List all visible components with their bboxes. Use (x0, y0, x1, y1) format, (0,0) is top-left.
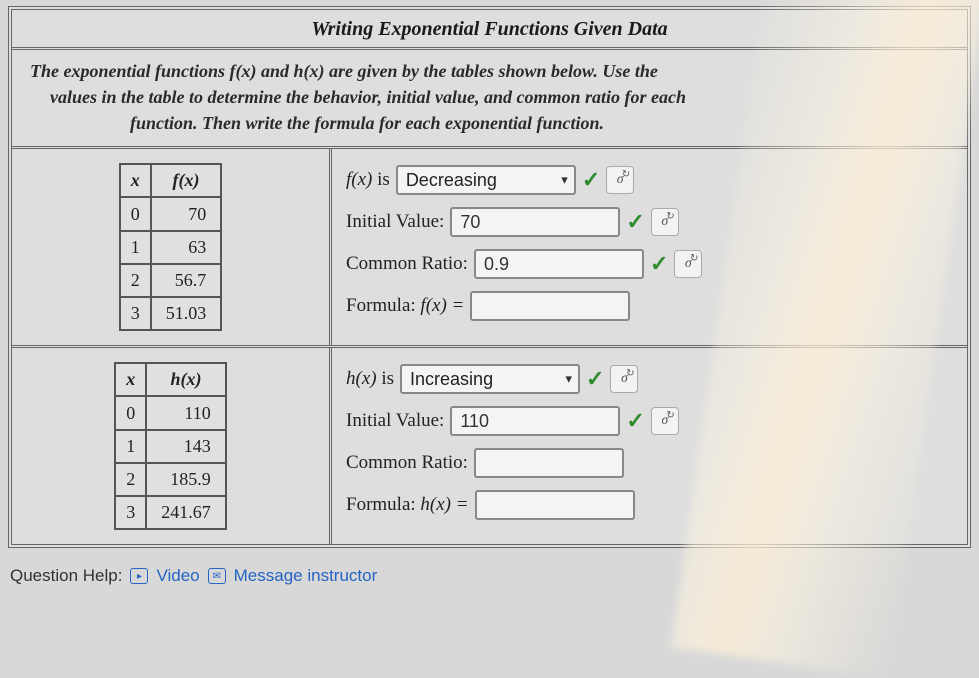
question-container: Writing Exponential Functions Given Data… (8, 6, 971, 548)
h-behavior-fn: h(x) (346, 368, 377, 389)
chevron-down-icon: ▾ (561, 172, 568, 188)
mail-icon: ✉ (208, 568, 226, 584)
f-x3: 3 (120, 297, 151, 330)
h-formula-fn: h(x) = (420, 494, 468, 515)
f-x2: 2 (120, 264, 151, 297)
video-link[interactable]: Video (156, 566, 199, 586)
f-y2: 56.7 (151, 264, 222, 297)
f-behavior-value: Decreasing (406, 170, 497, 191)
check-icon: ✓ (650, 251, 668, 277)
message-instructor-link[interactable]: Message instructor (234, 566, 378, 586)
instr-line3: function. Then write the formula for eac… (30, 110, 949, 136)
f-ratio-input[interactable]: 0.9 (474, 249, 644, 279)
table-row: 3241.67 (115, 496, 226, 529)
retry-button[interactable]: σ (606, 166, 634, 194)
retry-button[interactable]: σ (610, 365, 638, 393)
f-initial-label: Initial Value: (346, 211, 444, 233)
f-table-cell: x f(x) 070 163 256.7 351.03 (12, 149, 332, 345)
f-answers: f(x) is Decreasing ▾ ✓ σ Initial Value: … (332, 149, 967, 345)
h-x2: 2 (115, 463, 146, 496)
check-icon: ✓ (626, 209, 644, 235)
f-initial-input[interactable]: 70 (450, 207, 620, 237)
f-behavior-is: is (372, 169, 389, 190)
section-f: x f(x) 070 163 256.7 351.03 f(x) is Decr… (12, 149, 967, 348)
f-formula-label: Formula: (346, 295, 420, 316)
h-y2: 185.9 (146, 463, 226, 496)
table-row: 1143 (115, 430, 226, 463)
h-y0: 110 (146, 396, 226, 429)
question-help: Question Help: ▸ Video ✉ Message instruc… (10, 566, 979, 586)
check-icon: ✓ (582, 167, 600, 193)
f-x0: 0 (120, 197, 151, 230)
f-formula-fn: f(x) = (420, 295, 464, 316)
h-behavior-value: Increasing (410, 369, 493, 390)
section-h: x h(x) 0110 1143 2185.9 3241.67 h(x) is … (12, 348, 967, 544)
table-row: 351.03 (120, 297, 222, 330)
f-ratio-label: Common Ratio: (346, 253, 468, 275)
h-ratio-label: Common Ratio: (346, 452, 468, 474)
table-row: 163 (120, 231, 222, 264)
chevron-down-icon: ▾ (566, 371, 573, 387)
f-formula-input[interactable] (470, 291, 630, 321)
check-icon: ✓ (586, 366, 604, 392)
f-y0: 70 (151, 197, 222, 230)
f-head-fx: f(x) (151, 164, 222, 197)
h-table: x h(x) 0110 1143 2185.9 3241.67 (114, 362, 227, 530)
f-y3: 51.03 (151, 297, 222, 330)
h-initial-input[interactable]: 110 (450, 406, 620, 436)
table-row: 256.7 (120, 264, 222, 297)
f-behavior-fn: f(x) (346, 169, 372, 190)
h-formula-input[interactable] (475, 490, 635, 520)
f-x1: 1 (120, 231, 151, 264)
retry-button[interactable]: σ (674, 250, 702, 278)
help-label: Question Help: (10, 566, 122, 586)
h-ratio-input[interactable] (474, 448, 624, 478)
h-y3: 241.67 (146, 496, 226, 529)
h-formula-label: Formula: (346, 494, 420, 515)
h-answers: h(x) is Increasing ▾ ✓ σ Initial Value: … (332, 348, 967, 544)
video-icon: ▸ (130, 568, 148, 584)
table-row: 0110 (115, 396, 226, 429)
h-initial-label: Initial Value: (346, 410, 444, 432)
h-table-cell: x h(x) 0110 1143 2185.9 3241.67 (12, 348, 332, 544)
table-row: 070 (120, 197, 222, 230)
instructions: The exponential functions f(x) and h(x) … (12, 50, 967, 149)
h-head-hx: h(x) (146, 363, 226, 396)
f-behavior-select[interactable]: Decreasing ▾ (396, 165, 576, 195)
table-row: 2185.9 (115, 463, 226, 496)
instr-line1: The exponential functions f(x) and h(x) … (30, 61, 658, 81)
h-head-x: x (115, 363, 146, 396)
retry-button[interactable]: σ (651, 407, 679, 435)
f-table: x f(x) 070 163 256.7 351.03 (119, 163, 223, 331)
f-head-x: x (120, 164, 151, 197)
f-y1: 63 (151, 231, 222, 264)
h-behavior-select[interactable]: Increasing ▾ (400, 364, 580, 394)
h-behavior-is: is (377, 368, 394, 389)
instr-line2: values in the table to determine the beh… (30, 84, 949, 110)
h-y1: 143 (146, 430, 226, 463)
h-x3: 3 (115, 496, 146, 529)
check-icon: ✓ (626, 408, 644, 434)
retry-button[interactable]: σ (651, 208, 679, 236)
h-x0: 0 (115, 396, 146, 429)
h-x1: 1 (115, 430, 146, 463)
title: Writing Exponential Functions Given Data (12, 10, 967, 50)
